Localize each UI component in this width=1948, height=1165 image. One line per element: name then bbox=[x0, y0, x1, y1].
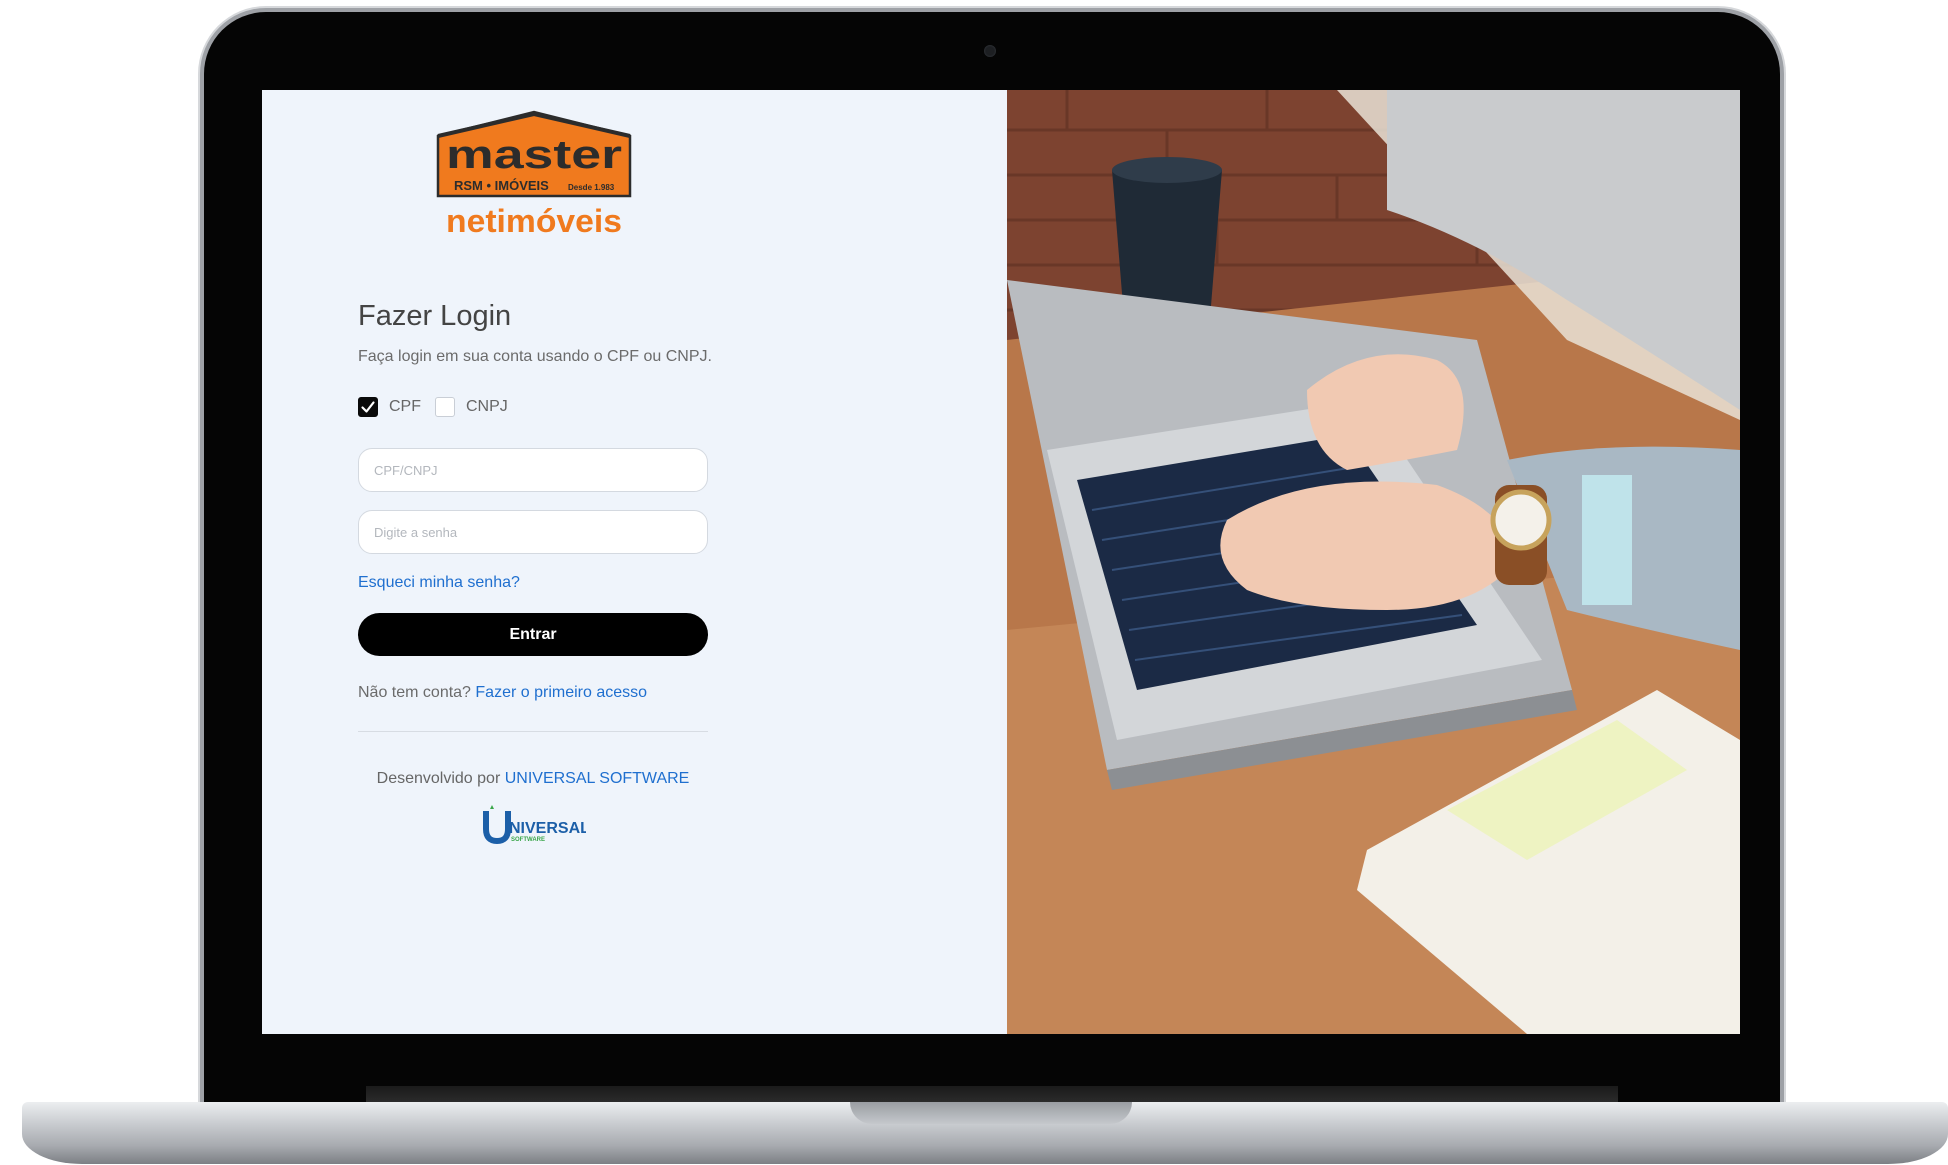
cpf-cnpj-input[interactable] bbox=[358, 448, 708, 492]
first-access-link[interactable]: Fazer o primeiro acesso bbox=[475, 684, 647, 701]
logo-master-text: master bbox=[446, 133, 622, 177]
forgot-password-link[interactable]: Esqueci minha senha? bbox=[358, 574, 520, 592]
login-button[interactable]: Entrar bbox=[358, 613, 708, 656]
webcam-icon bbox=[984, 45, 996, 57]
laptop-typing-illustration bbox=[1007, 90, 1740, 1034]
signup-prompt: Não tem conta? Fazer o primeiro acesso bbox=[358, 684, 647, 702]
universal-logo-text: NIVERSAL bbox=[509, 820, 586, 837]
check-icon bbox=[361, 401, 375, 413]
cnpj-label: CNPJ bbox=[466, 398, 508, 415]
login-panel: master RSM • IMÓVEIS Desde 1.983 netimóv… bbox=[262, 90, 1007, 1034]
master-netimoveis-logo: master RSM • IMÓVEIS Desde 1.983 netimóv… bbox=[436, 110, 632, 239]
logo-rsm-text: RSM • IMÓVEIS bbox=[454, 178, 549, 193]
hero-photo bbox=[1007, 90, 1740, 1034]
credit-prefix-text: Desenvolvido por bbox=[376, 770, 501, 787]
laptop-hinge bbox=[366, 1086, 1618, 1102]
password-input[interactable] bbox=[358, 510, 708, 554]
cpf-option[interactable]: CPF bbox=[358, 397, 421, 417]
developer-credit: Desenvolvido por UNIVERSAL SOFTWARE bbox=[358, 770, 708, 788]
universal-logo-sub: SOFTWARE bbox=[511, 837, 545, 843]
universal-software-link[interactable]: UNIVERSAL SOFTWARE bbox=[505, 770, 690, 787]
logo-since-text: Desde 1.983 bbox=[568, 183, 615, 192]
divider bbox=[358, 731, 708, 732]
logo-netimoveis-text: netimóveis bbox=[446, 203, 622, 239]
document-type-selector: CPF CNPJ bbox=[358, 397, 522, 417]
cpf-checkbox[interactable] bbox=[358, 397, 378, 417]
login-subtitle: Faça login em sua conta usando o CPF ou … bbox=[358, 348, 712, 365]
signup-prefix-text: Não tem conta? bbox=[358, 684, 471, 701]
cnpj-option[interactable]: CNPJ bbox=[435, 397, 508, 417]
cnpj-checkbox[interactable] bbox=[435, 397, 455, 417]
page-title: Fazer Login bbox=[358, 300, 512, 332]
cpf-label: CPF bbox=[389, 398, 421, 415]
laptop-notch bbox=[850, 1102, 1132, 1124]
universal-software-logo: NIVERSAL SOFTWARE bbox=[483, 805, 586, 845]
screen: master RSM • IMÓVEIS Desde 1.983 netimóv… bbox=[262, 90, 1740, 1034]
